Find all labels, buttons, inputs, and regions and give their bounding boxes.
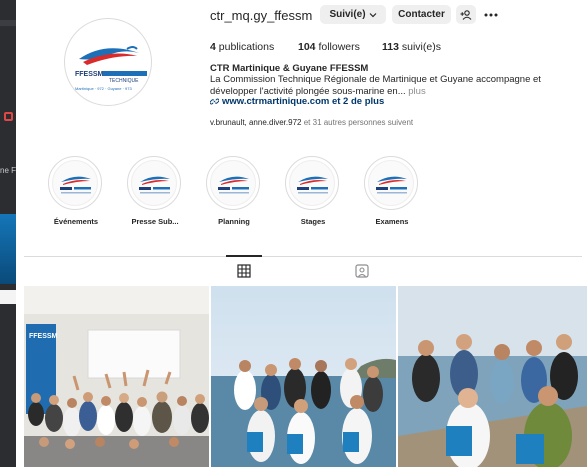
group-photo-harbor [211,286,396,467]
logo-brand: FFESSM [75,71,104,78]
following-count[interactable]: 113 suivi(e)s [382,41,441,53]
highlight-label: Planning [218,217,250,226]
highlight-cover [210,160,256,206]
tab-tagged[interactable] [355,264,369,278]
tagged-icon [355,264,369,278]
highlight-label: Presse Sub... [131,217,179,226]
posts-count: 4 publications [210,41,275,53]
background-thumbnail [0,214,16,284]
suggest-users-button[interactable] [456,5,476,24]
post-thumbnail[interactable] [398,286,587,467]
highlight-planning[interactable]: Planning [206,156,262,230]
background-text: ne F [0,166,17,175]
chevron-down-icon [369,12,376,17]
tab-posts[interactable] [237,264,251,278]
highlight-stages[interactable]: Stages [285,156,341,230]
logo-sub: TECHNIQUE [109,78,139,84]
add-user-icon [460,9,472,20]
background-window: ne F [0,0,16,467]
highlight-cover [52,160,98,206]
banner-brand: FFESSM [29,333,58,340]
highlight-label: Examens [375,217,409,226]
group-photo-indoor: FFESSM [24,286,209,467]
group-photo-dock [398,286,587,467]
username: ctr_mq.gy_ffessm [210,8,313,23]
highlight-cover [368,160,414,206]
avatar[interactable]: FFESSM TECHNIQUE Martinique · 972 · Guya… [64,18,152,106]
contact-button-label: Contacter [398,9,445,20]
following-button-label: Suivi(e) [329,9,366,20]
highlight-presse-sub[interactable]: Presse Sub... [127,156,183,230]
background-panel [0,290,16,304]
tabs-divider [24,256,582,257]
website-link-text: www.ctrmartinique.com et 2 de plus [222,96,385,107]
website-link[interactable]: www.ctrmartinique.com et 2 de plus [210,96,384,107]
highlight-label: Stages [300,217,326,226]
followers-count[interactable]: 104 followers [298,41,360,53]
followed-by[interactable]: v.brunault, anne.diver.972 et 31 autres … [210,118,413,127]
post-thumbnail[interactable]: FFESSM [24,286,209,467]
logo-regions: Martinique · 972 · Guyane · 973 [75,86,132,91]
bio-more-link[interactable]: plus [408,86,425,97]
highlight-cover [131,160,177,206]
highlight-cover [289,160,335,206]
background-bar [0,20,16,26]
contact-button[interactable]: Contacter [392,5,451,24]
following-button[interactable]: Suivi(e) [320,5,386,24]
highlight-label: Événements [53,217,99,226]
grid-icon [237,264,251,278]
link-icon [210,98,219,105]
highlight-examens[interactable]: Examens [364,156,420,230]
more-icon[interactable] [483,5,499,24]
display-name: CTR Martinique & Guyane FFESSM [210,63,369,74]
ffessm-logo: FFESSM TECHNIQUE Martinique · 972 · Guya… [75,46,147,91]
record-icon [4,112,13,121]
profile-page: FFESSM TECHNIQUE Martinique · 972 · Guya… [16,0,587,467]
bio: La Commission Technique Régionale de Mar… [210,74,541,97]
post-thumbnail[interactable] [211,286,396,467]
active-tab-indicator [226,255,262,257]
highlight-evenements[interactable]: Événements [48,156,104,230]
